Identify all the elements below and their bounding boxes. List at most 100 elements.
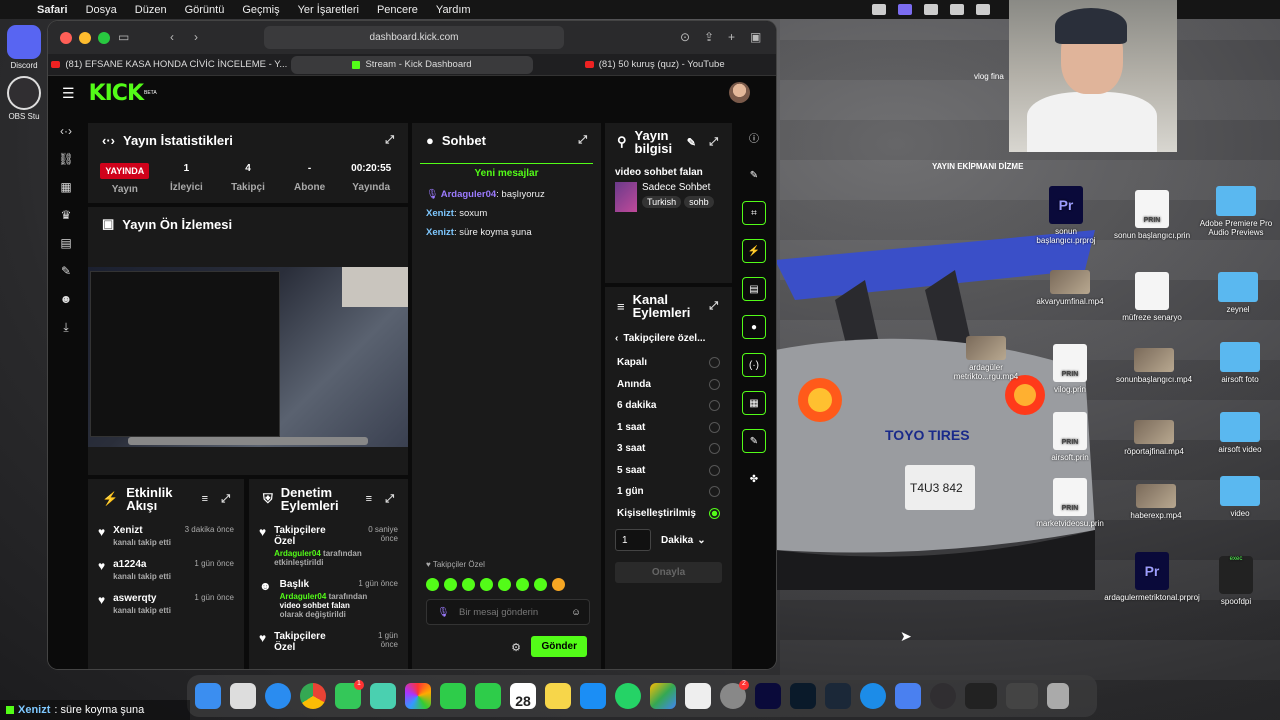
radio-button[interactable] — [709, 486, 720, 498]
emote-icon[interactable] — [444, 578, 457, 591]
desktop-folder[interactable]: airsoft video — [1200, 412, 1280, 454]
address-bar[interactable]: dashboard.kick.com — [264, 26, 564, 49]
settings-icon[interactable]: 2 — [720, 680, 749, 709]
messages-icon[interactable]: 1 — [335, 680, 364, 709]
moderation-user[interactable]: Ardaguler04 — [274, 549, 321, 558]
scan-icon[interactable]: ⌗ — [742, 201, 766, 225]
desktop-folder[interactable]: airsoft foto — [1200, 342, 1280, 384]
desktop-folder[interactable]: zeynel — [1198, 272, 1278, 314]
menu-help[interactable]: Yardım — [427, 4, 480, 16]
radio-button[interactable] — [709, 378, 720, 390]
desktop-file[interactable]: haberexp.mp4 — [1116, 484, 1196, 520]
desktop-file[interactable]: Pr ardagulermetriktonal.prproj — [1104, 552, 1200, 602]
app-store-icon[interactable] — [580, 683, 606, 709]
desktop-file[interactable]: röportajfinal.mp4 — [1114, 420, 1194, 456]
menu-safari[interactable]: Safari — [28, 4, 77, 16]
moderation-user[interactable]: Ardaguler04 — [280, 592, 327, 601]
emote-icon[interactable] — [534, 578, 547, 591]
menu-window[interactable]: Pencere — [368, 4, 427, 16]
puzzle-icon[interactable]: ✤ — [742, 467, 766, 491]
radio-button-selected[interactable] — [709, 507, 720, 519]
desktop-file[interactable]: PRIN marketvideosu.prin — [1030, 478, 1110, 528]
desktop-file[interactable]: akvaryumfinal.mp4 — [1030, 270, 1110, 306]
premiere-icon[interactable] — [755, 683, 781, 709]
notes-icon[interactable] — [545, 683, 571, 709]
desktop-file[interactable]: PRIN airsoft.prin — [1030, 412, 1110, 462]
desktop-file[interactable]: exec spoofdpi — [1196, 556, 1276, 606]
option-custom[interactable]: Kişiselleştirilmiş — [605, 503, 732, 525]
obs-icon[interactable] — [930, 683, 956, 709]
kick-logo[interactable]: KICK — [89, 81, 144, 106]
whatsapp-icon[interactable] — [615, 683, 641, 709]
option-3h[interactable]: 3 saat — [605, 438, 732, 460]
expand-icon[interactable]: ⤢ — [709, 136, 718, 149]
tab-youtube-1[interactable]: (81) EFSANE KASA HONDA CİVİC İNCELEME - … — [48, 54, 291, 75]
photos-icon[interactable] — [405, 683, 431, 709]
activity-user[interactable]: aswerqty — [113, 593, 171, 604]
chat-settings-icon[interactable]: ⚙ — [511, 641, 521, 654]
option-5h[interactable]: 5 saat — [605, 460, 732, 482]
window-thumbnail[interactable] — [1006, 683, 1038, 709]
expand-icon[interactable]: ⤢ — [221, 493, 230, 506]
broadcast-icon[interactable]: (·) — [742, 353, 766, 377]
chrome-icon[interactable] — [300, 683, 326, 709]
bolt-icon[interactable]: ⚡ — [742, 239, 766, 263]
note-icon[interactable]: ▤ — [742, 277, 766, 301]
filter-icon[interactable]: ≡ — [366, 493, 372, 505]
desktop-file[interactable]: Pr sonun başlangıcı.prproj — [1026, 186, 1106, 245]
download-icon[interactable]: ⤓ — [58, 320, 74, 335]
trash-icon[interactable] — [1047, 683, 1069, 709]
stream-preview-image[interactable] — [88, 267, 408, 447]
lightroom-icon[interactable] — [790, 683, 816, 709]
menu-bookmarks[interactable]: Yer İşaretleri — [289, 4, 368, 16]
speedtest-icon[interactable] — [860, 683, 886, 709]
desktop-file[interactable]: sonunbaşlangıcı.mp4 — [1114, 348, 1194, 384]
google-drive-icon[interactable] — [650, 683, 676, 709]
facetime-icon[interactable] — [440, 683, 466, 709]
tabs-overview-icon[interactable]: ▣ — [750, 30, 761, 44]
preview-icon[interactable] — [685, 683, 711, 709]
maps-icon[interactable] — [370, 683, 396, 709]
forward-icon[interactable]: › — [194, 30, 198, 44]
send-button[interactable]: Gönder — [531, 636, 587, 657]
option-instant[interactable]: Anında — [605, 374, 732, 396]
desktop-folder[interactable]: Adobe Premiere Pro Audio Previews — [1196, 186, 1276, 237]
window-thumbnail[interactable] — [965, 683, 997, 709]
tray-icon[interactable] — [924, 4, 938, 15]
activity-user[interactable]: a1224a — [113, 559, 171, 570]
share-icon[interactable]: ⇪ — [704, 30, 714, 44]
link-icon[interactable]: ⛓ — [58, 152, 74, 166]
option-off[interactable]: Kapalı — [605, 352, 732, 374]
wrench-icon[interactable]: ✎ — [58, 264, 74, 278]
radio-button[interactable] — [709, 443, 720, 455]
calendar-icon[interactable]: 28 — [510, 683, 536, 709]
desktop-file[interactable]: PRIN sonun başlangıcı.prin — [1112, 190, 1192, 240]
finder-icon[interactable] — [195, 683, 221, 709]
menu-history[interactable]: Geçmiş — [233, 4, 288, 16]
expand-icon[interactable]: ⤢ — [578, 134, 587, 147]
desktop-folder[interactable]: video — [1200, 476, 1280, 518]
menu-edit[interactable]: Düzen — [126, 4, 176, 16]
menu-view[interactable]: Görüntü — [176, 4, 234, 16]
discord-app[interactable]: Discord — [0, 25, 48, 70]
desktop-file[interactable]: PRIN vilog.prin — [1030, 344, 1110, 394]
expand-icon[interactable]: ⤢ — [709, 300, 718, 313]
tag[interactable]: Turkish — [642, 196, 682, 208]
radio-button[interactable] — [709, 464, 720, 476]
chat-username[interactable]: Xenizt — [426, 227, 454, 238]
safari-icon[interactable] — [265, 683, 291, 709]
emote-icon[interactable] — [552, 578, 565, 591]
option-1day[interactable]: 1 gün — [605, 481, 732, 503]
avatar[interactable] — [729, 82, 750, 103]
steam-icon[interactable] — [825, 683, 851, 709]
desktop-file[interactable]: müfreze senaryo — [1112, 272, 1192, 322]
sidebar-toggle-icon[interactable]: ▭ — [118, 30, 129, 44]
emote-icon[interactable] — [426, 578, 439, 591]
launchpad-icon[interactable] — [230, 683, 256, 709]
tray-icon[interactable] — [950, 4, 964, 15]
chat-username[interactable]: Ardaguler04 — [441, 189, 496, 200]
emote-icon[interactable] — [516, 578, 529, 591]
layout-icon[interactable]: ▦ — [742, 391, 766, 415]
activity-user[interactable]: Xenizt — [113, 525, 171, 536]
phone-icon[interactable] — [475, 683, 501, 709]
